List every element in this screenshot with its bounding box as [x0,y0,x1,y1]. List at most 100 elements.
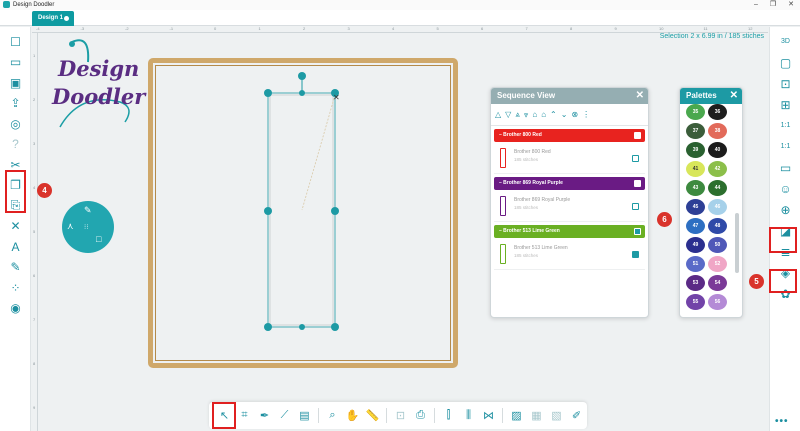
resize-handle-bottom-left[interactable] [264,323,272,331]
sequence-tool-icon[interactable]: ⌂ [532,110,537,119]
sequence-view-title: Sequence View [497,91,556,100]
sequence-tool-icon[interactable]: ▽ [505,110,511,119]
measure-tool-icon[interactable]: 📏 [364,407,381,424]
close-palettes-icon[interactable]: ✕ [730,88,738,104]
rotate-handle[interactable] [298,72,306,80]
item-checkbox[interactable] [632,155,639,162]
callout-badge-5: 5 [749,274,764,289]
print-icon[interactable]: ⎙ [412,407,429,424]
mirror-icon[interactable]: ⋈ [480,407,497,424]
palette-swatch[interactable]: 35 [686,104,705,120]
palette-swatch[interactable]: 50 [708,237,727,253]
palette-swatch[interactable]: 48 [708,218,727,234]
fill-icon[interactable]: ▧ [548,407,565,424]
sequence-tool-icon[interactable]: ⋮ [582,110,590,119]
item-name: Brother 800 Red [514,149,551,155]
palette-scrollbar[interactable] [735,213,739,273]
palette-swatch[interactable]: 55 [686,294,705,310]
group-checkbox[interactable] [634,132,641,139]
group-checkbox[interactable] [634,180,641,187]
trace-icon[interactable]: ▦ [528,407,545,424]
toolbar-separator [502,408,503,423]
sequence-group: – Brother 800 Red Brother 800 Red 185 stit… [494,129,645,174]
group-label: – Brother 800 Red [499,132,542,138]
design-outline [269,94,334,326]
toolbar-separator [434,408,435,423]
sequence-tool-icon[interactable]: ⌄ [561,110,568,119]
sequence-toolbar: △ ▽ ⩓ ⩔ ⌂ ⌂ ⌃ ⌄ ⊗ ⋮ [491,104,648,126]
sequence-item[interactable]: Brother 869 Royal Purple 185 stitches [494,192,645,222]
palette-swatch[interactable]: 41 [686,161,705,177]
sequence-tool-icon[interactable]: ⌃ [550,110,557,119]
item-stitch-count: 185 stitches [514,205,539,210]
sequence-group-header[interactable]: – Brother 800 Red [494,129,645,142]
palette-swatch[interactable]: 37 [686,123,705,139]
sequence-item[interactable]: Brother 800 Red 185 stitches [494,144,645,174]
sequence-group-header[interactable]: – Brother 869 Royal Purple [494,177,645,190]
highlight-select-tool [212,402,236,429]
item-stitch-count: 185 stitches [514,157,539,162]
sequence-group-header[interactable]: – Brother 513 Lime Green [494,225,645,238]
palette-swatch[interactable]: 42 [708,161,727,177]
sequence-tool-icon[interactable]: ⊗ [571,110,578,119]
pen-tool-icon[interactable]: ✒ [256,407,273,424]
sequence-group: – Brother 513 Lime Green Brother 513 Lime… [494,225,645,270]
palette-swatch[interactable]: 43 [686,180,705,196]
sequence-tool-icon[interactable]: ⌂ [541,110,546,119]
palettes-panel: Palettes ✕ 35 36 37 38 39 40 41 42 43 44 45 46 47 48 4… [679,87,743,318]
palette-swatch[interactable]: 39 [686,142,705,158]
item-checkbox[interactable] [632,203,639,210]
item-thumbnail [500,244,506,264]
sequence-tool-icon[interactable]: △ [495,110,501,119]
delete-node-icon[interactable]: ✕ [333,93,340,102]
callout-badge-4: 4 [37,183,52,198]
edit-design-icon[interactable]: ✐ [568,407,585,424]
item-name: Brother 513 Lime Green [514,245,568,251]
align-icon[interactable]: ⫿ [440,407,457,424]
distribute-icon[interactable]: ⫼ [460,407,477,424]
group-checkbox[interactable] [634,228,641,235]
zoom-tool-icon[interactable]: ⌕ [324,407,341,424]
group-icon[interactable]: ⊡ [392,407,409,424]
image-icon[interactable]: ▨ [508,407,525,424]
palette-swatch[interactable]: 45 [686,199,705,215]
palette-swatch[interactable]: 54 [708,275,727,291]
pan-tool-icon[interactable]: ✋ [344,407,361,424]
palette-swatch[interactable]: 52 [708,256,727,272]
sequence-group: – Brother 869 Royal Purple Brother 869 Ro… [494,177,645,222]
item-thumbnail [500,148,506,168]
item-thumbnail [500,196,506,216]
palette-swatch[interactable]: 38 [708,123,727,139]
palette-swatch[interactable]: 46 [708,199,727,215]
palette-swatch[interactable]: 36 [708,104,727,120]
palette-swatch[interactable]: 49 [686,237,705,253]
palette-swatch[interactable]: 53 [686,275,705,291]
item-checkbox[interactable] [632,251,639,258]
resize-handle-bottom-right[interactable] [331,323,339,331]
sequence-tool-icon[interactable]: ⩔ [524,110,529,120]
resize-handle-top[interactable] [299,90,305,96]
group-label: – Brother 513 Lime Green [499,228,560,234]
palettes-title: Palettes [686,91,717,100]
shape-tool-icon[interactable]: ▤ [296,407,313,424]
palette-swatch[interactable]: 51 [686,256,705,272]
resize-handle-right[interactable] [331,207,339,215]
item-stitch-count: 185 stitches [514,253,539,258]
palette-swatch[interactable]: 44 [708,180,727,196]
resize-handle-top-left[interactable] [264,89,272,97]
group-label: – Brother 869 Royal Purple [499,180,563,186]
sequence-item[interactable]: Brother 513 Lime Green 185 stitches [494,240,645,270]
callout-badge-6: 6 [657,212,672,227]
resize-handle-left[interactable] [264,207,272,215]
transform-tool-icon[interactable]: ⌗ [236,407,253,424]
palette-swatch[interactable]: 47 [686,218,705,234]
resize-handle-bottom[interactable] [299,324,305,330]
palette-swatch[interactable]: 40 [708,142,727,158]
line-tool-icon[interactable]: ⟋ [276,407,293,424]
palette-swatch[interactable]: 56 [708,294,727,310]
sequence-view-header[interactable]: Sequence View ✕ [491,88,648,104]
close-sequence-icon[interactable]: ✕ [636,88,644,104]
sequence-tool-icon[interactable]: ⩓ [515,110,520,120]
palettes-header[interactable]: Palettes ✕ [680,88,742,104]
toolbar-separator [318,408,319,423]
